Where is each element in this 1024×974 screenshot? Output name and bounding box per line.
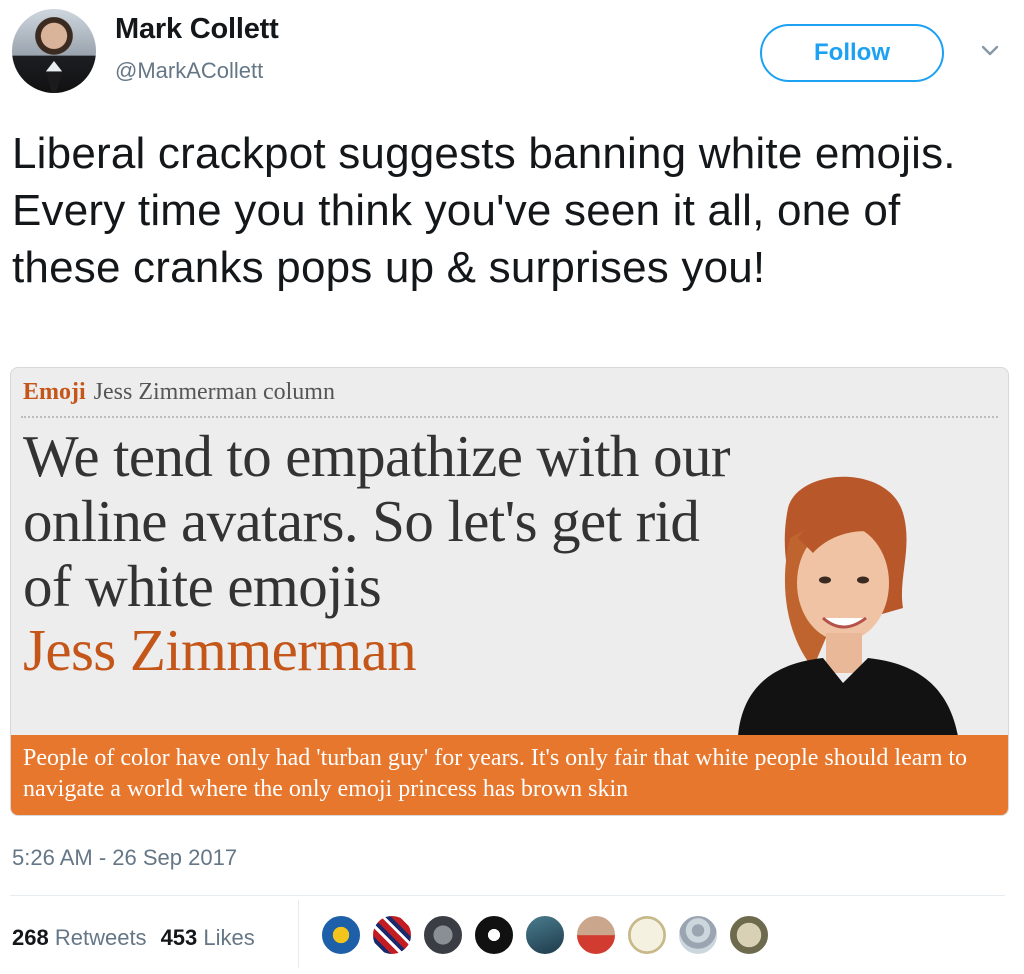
card-standfirst: People of color have only had 'turban gu… xyxy=(11,735,1008,815)
tweet-header: Mark Collett @MarkACollett Follow xyxy=(0,0,1024,100)
liker-avatar-9[interactable] xyxy=(728,914,770,956)
card-headline: We tend to empathize with our online ava… xyxy=(23,423,731,619)
likes-label: Likes xyxy=(203,925,255,950)
card-section-label: Emoji xyxy=(23,379,86,405)
stats-separator xyxy=(298,900,299,968)
card-divider xyxy=(21,416,998,418)
likes-count: 453 xyxy=(160,925,198,950)
liker-avatar-5[interactable] xyxy=(524,914,566,956)
retweets-stat[interactable]: 268 Retweets xyxy=(12,925,147,950)
liker-avatar-2[interactable] xyxy=(371,914,413,956)
author-avatar[interactable] xyxy=(12,9,96,93)
author-display-name[interactable]: Mark Collett xyxy=(115,13,279,46)
link-card[interactable]: Emoji Jess Zimmerman column We tend to em… xyxy=(10,367,1009,816)
card-kicker: Emoji Jess Zimmerman column xyxy=(23,379,335,406)
liker-avatar-7[interactable] xyxy=(626,914,668,956)
stats-divider xyxy=(10,895,1005,896)
card-series-label: Jess Zimmerman column xyxy=(93,379,335,405)
retweets-count: 268 xyxy=(12,925,49,950)
tweet-stats: 268 Retweets 453 Likes xyxy=(12,925,255,951)
retweets-label: Retweets xyxy=(54,925,147,950)
liker-avatar-1[interactable] xyxy=(320,914,362,956)
card-byline: Jess Zimmerman xyxy=(23,617,417,683)
follow-button[interactable]: Follow xyxy=(760,24,944,82)
author-photo xyxy=(738,476,958,736)
liker-avatar-6[interactable] xyxy=(575,914,617,956)
chevron-down-icon[interactable] xyxy=(977,38,1003,64)
tweet-text: Liberal crackpot suggests banning white … xyxy=(12,129,956,292)
liker-avatar-4[interactable] xyxy=(473,914,515,956)
likes-stat[interactable]: 453 Likes xyxy=(161,925,255,950)
tweet-timestamp[interactable]: 5:26 AM - 26 Sep 2017 xyxy=(12,845,237,871)
liker-avatar-8[interactable] xyxy=(677,914,719,956)
author-handle[interactable]: @MarkACollett xyxy=(115,58,263,84)
liker-avatar-3[interactable] xyxy=(422,914,464,956)
